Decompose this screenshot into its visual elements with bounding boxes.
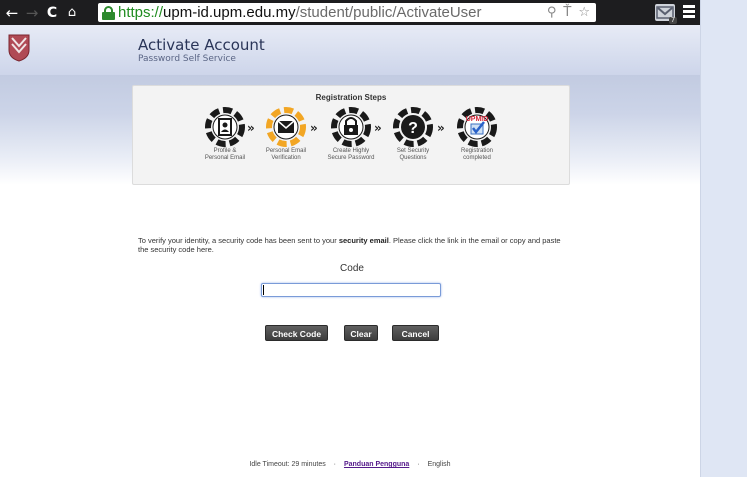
web-page: Activate Account Password Self Service R… [0,25,700,477]
upm-logo [8,34,30,62]
steps-title: Registration Steps [315,93,387,102]
extension-badge: 7 [669,17,677,24]
reload-icon[interactable]: C [42,5,62,21]
svg-text:UPMID: UPMID [466,116,489,123]
star-icon[interactable]: ☆ [578,3,590,22]
page-header: Activate Account Password Self Service [0,25,700,75]
page-footer: Idle Timeout: 29 minutes · Panduan Pengg… [249,461,451,468]
instructions-text: To verify your identity, a security code… [138,236,561,254]
svg-text:?: ? [408,120,418,137]
menu-icon[interactable] [683,5,695,20]
url-text[interactable]: https://upm-id.upm.edu.my/student/public… [118,4,482,21]
question-icon: ? [393,107,433,147]
envelope-icon [266,107,306,147]
back-arrow-icon[interactable]: ← [2,4,22,22]
translate-icon[interactable]: Ť [563,3,571,22]
step-completed: UPMID Registration completed [442,106,512,162]
forward-arrow-icon[interactable]: → [22,4,42,22]
language-link[interactable]: English [428,461,451,468]
page-subtitle: Password Self Service [138,54,236,64]
home-icon[interactable]: ⌂ [62,5,82,20]
cancel-button[interactable]: Cancel [392,325,439,341]
idle-timeout: Idle Timeout: 29 minutes [249,461,326,468]
code-label: Code [340,263,364,274]
clear-button[interactable]: Clear [344,325,378,341]
lock-icon [102,5,115,20]
search-icon[interactable]: ⚲ [547,3,557,22]
mail-extension-icon[interactable]: 7 [655,4,677,24]
lock-icon [331,107,371,147]
side-panel [700,0,747,477]
profile-icon [205,107,245,147]
text-caret [263,285,264,295]
page-title: Activate Account [138,36,265,54]
browser-toolbar: ← → C ⌂ https://upm-id.upm.edu.my/studen… [0,0,700,25]
checkbox-icon: UPMID [457,107,497,147]
user-guide-link[interactable]: Panduan Pengguna [344,461,409,468]
registration-steps-panel: Registration Steps Profile & Personal Ema… [132,85,570,185]
address-bar[interactable]: https://upm-id.upm.edu.my/student/public… [98,3,596,22]
security-code-input[interactable] [261,283,441,297]
check-code-button[interactable]: Check Code [265,325,328,341]
